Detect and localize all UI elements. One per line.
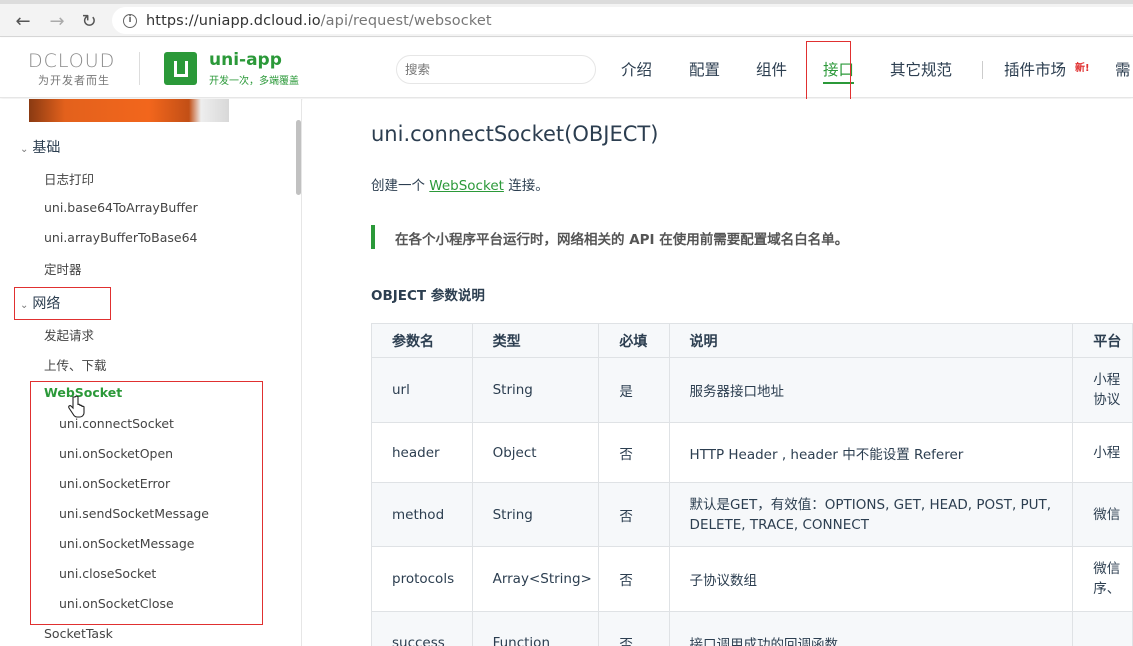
cell-type: Array<String> — [471, 546, 600, 612]
sidebar-banner-image[interactable] — [29, 99, 229, 122]
nav-intro[interactable]: 介绍 — [621, 58, 652, 80]
cell-platform: 小程 — [1072, 422, 1133, 483]
cell-name: success — [371, 611, 473, 646]
cell-name: protocols — [371, 546, 473, 612]
sidebar-item-timer[interactable]: 定时器 — [44, 259, 82, 278]
cell-type: Object — [471, 422, 600, 483]
nav-other-specs[interactable]: 其它规范 — [890, 58, 952, 80]
header-divider — [139, 52, 140, 85]
table-header-row: 参数名 类型 必填 说明 平台 — [371, 323, 1133, 358]
th-platform: 平台 — [1072, 323, 1133, 358]
cell-type: Function — [471, 611, 600, 646]
cell-platform: 微信 序、 — [1072, 546, 1133, 612]
cell-type: String — [471, 357, 600, 423]
table-row: url String 是 服务器接口地址 小程 协议 — [371, 357, 1133, 423]
info-icon[interactable]: i — [123, 13, 137, 28]
cell-required: 否 — [598, 482, 670, 547]
sidebar-item-base64-to-arraybuffer[interactable]: uni.base64ToArrayBuffer — [44, 200, 198, 215]
browser-toolbar: ← → ↻ i https://uniapp.dcloud.io/api/req… — [0, 4, 1133, 37]
dcloud-logo[interactable]: DCLOUD 为开发者而生 — [28, 51, 115, 88]
table-row: method String 否 默认是GET，有效值：OPTIONS, GET,… — [371, 482, 1133, 547]
table-row: success Function 否 接口调用成功的回调函数 — [371, 611, 1133, 646]
uni-app-name[interactable]: uni-app — [209, 50, 282, 70]
page-description: 创建一个 WebSocket 连接。 — [371, 174, 549, 194]
url-host: https://uniapp.dcloud.io — [146, 12, 321, 29]
sidebar-section-label: 基础 — [32, 140, 61, 156]
table-row: protocols Array<String> 否 子协议数组 微信 序、 — [371, 546, 1133, 612]
sidebar-item-upload-download[interactable]: 上传、下载 — [44, 355, 107, 374]
cell-platform: 微信 — [1072, 482, 1133, 547]
nav-components[interactable]: 组件 — [756, 58, 787, 80]
nav-config[interactable]: 配置 — [689, 58, 720, 80]
url-path: /api/request/websocket — [320, 12, 492, 29]
main-content: uni.connectSocket(OBJECT) 创建一个 WebSocket… — [303, 99, 1133, 646]
cell-description: 接口调用成功的回调函数 — [668, 611, 1074, 646]
cell-name: method — [371, 482, 473, 547]
cell-description: 服务器接口地址 — [668, 357, 1074, 423]
cell-description: HTTP Header , header 中不能设置 Referer — [668, 422, 1074, 483]
cell-platform — [1072, 611, 1133, 646]
cell-required: 否 — [598, 611, 670, 646]
back-arrow-icon[interactable]: ← — [12, 10, 34, 32]
highlight-box-websocket — [30, 381, 263, 625]
sidebar-item-log[interactable]: 日志打印 — [44, 169, 94, 188]
cell-description: 默认是GET，有效值：OPTIONS, GET, HEAD, POST, PUT… — [668, 482, 1074, 547]
forward-arrow-icon[interactable]: → — [46, 10, 68, 32]
cell-name: url — [371, 357, 473, 423]
new-badge: 新! — [1075, 63, 1090, 74]
sidebar-item-socket-task[interactable]: SocketTask — [44, 626, 113, 641]
site-header: DCLOUD 为开发者而生 uni-app 开发一次，多端覆盖 介绍 配置 组件… — [0, 38, 1133, 98]
table-row: header Object 否 HTTP Header , header 中不能… — [371, 422, 1133, 483]
sidebar-item-request[interactable]: 发起请求 — [44, 325, 94, 344]
url-text: https://uniapp.dcloud.io/api/request/web… — [146, 13, 492, 29]
chevron-down-icon: ⌄ — [20, 144, 29, 155]
dcloud-logo-mark: DCLOUD — [28, 50, 116, 72]
reload-icon[interactable]: ↻ — [78, 10, 100, 32]
tip-text: 在各个小程序平台运行时，网络相关的 API 在使用前需要配置域名白名单。 — [395, 232, 849, 248]
search-input[interactable] — [396, 55, 596, 84]
cell-required: 否 — [598, 422, 670, 483]
cell-required: 是 — [598, 357, 670, 423]
th-type: 类型 — [471, 323, 600, 358]
highlight-box-network — [14, 287, 111, 320]
cell-name: header — [371, 422, 473, 483]
desc-prefix: 创建一个 — [371, 178, 425, 194]
nav-more-cut[interactable]: 需 — [1115, 58, 1131, 80]
params-table: 参数名 类型 必填 说明 平台 url String 是 服务器接口地址 小程 … — [371, 323, 1133, 646]
desc-suffix: 连接。 — [508, 178, 549, 194]
cell-type: String — [471, 482, 600, 547]
sidebar-item-arraybuffer-to-base64[interactable]: uni.arrayBufferToBase64 — [44, 230, 198, 245]
nav-plugin-market[interactable]: 插件市场 — [1004, 58, 1066, 80]
page-title: uni.connectSocket(OBJECT) — [371, 122, 659, 146]
th-description: 说明 — [668, 323, 1074, 358]
cell-required: 否 — [598, 546, 670, 612]
websocket-link[interactable]: WebSocket — [429, 178, 504, 194]
nav-separator — [982, 61, 983, 79]
th-required: 必填 — [598, 323, 670, 358]
uni-app-slogan: 开发一次，多端覆盖 — [209, 76, 299, 87]
section-title: OBJECT 参数说明 — [371, 288, 485, 304]
uni-app-logo-icon[interactable] — [164, 52, 197, 85]
cell-platform: 小程 协议 — [1072, 357, 1133, 423]
sidebar-section-basic[interactable]: ⌄ 基础 — [20, 137, 60, 157]
sidebar-scrollbar[interactable] — [296, 120, 301, 195]
tip-block: 在各个小程序平台运行时，网络相关的 API 在使用前需要配置域名白名单。 — [371, 225, 1133, 249]
cell-description: 子协议数组 — [668, 546, 1074, 612]
th-name: 参数名 — [371, 323, 473, 358]
dcloud-slogan: 为开发者而生 — [38, 74, 110, 87]
address-bar[interactable]: i https://uniapp.dcloud.io/api/request/w… — [112, 7, 1133, 34]
